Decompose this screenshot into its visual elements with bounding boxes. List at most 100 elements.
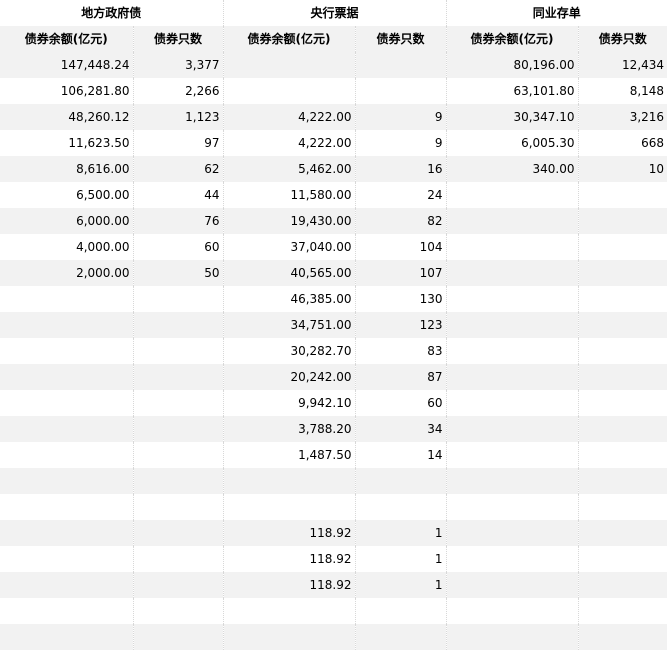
local-gov-balance-cell: 2,000.00: [0, 260, 133, 286]
central-bill-count-cell: 9: [354, 104, 447, 130]
central-bill-balance-cell: 11,580.00: [222, 182, 356, 208]
group-header-interbank-cds: 同业存单: [445, 0, 667, 26]
column-header-count: 债券只数: [577, 26, 667, 52]
interbank-cd-count-cell: [577, 494, 667, 520]
central-bill-count-cell: 1: [354, 572, 447, 598]
local-gov-balance-cell: 6,500.00: [0, 182, 133, 208]
interbank-cd-balance-cell: [445, 520, 579, 546]
local-gov-count-cell: 60: [132, 234, 224, 260]
table-row: 30,282.70 83: [0, 338, 667, 364]
central-bill-count-cell: 9: [354, 130, 447, 156]
column-header-balance: 债券余额(亿元): [222, 26, 356, 52]
column-header-count: 债券只数: [132, 26, 224, 52]
central-bill-count-cell: 1: [354, 520, 447, 546]
central-bill-count-cell: 83: [354, 338, 447, 364]
interbank-cd-balance-cell: [445, 312, 579, 338]
interbank-cd-balance-cell: [445, 572, 579, 598]
local-gov-balance-cell: 106,281.80: [0, 78, 133, 104]
central-bill-balance-cell: 20,242.00: [222, 364, 356, 390]
column-header-balance: 债券余额(亿元): [445, 26, 579, 52]
local-gov-count-cell: [132, 572, 224, 598]
table-row: 106,281.80 2,266 63,101.80 8,148: [0, 78, 667, 104]
central-bill-balance-cell: 19,430.00: [222, 208, 356, 234]
local-gov-count-cell: [132, 442, 224, 468]
local-gov-count-cell: [132, 312, 224, 338]
interbank-cd-count-cell: [577, 598, 667, 624]
table-row: 118.92 1: [0, 572, 667, 598]
table-row: 118.92 1: [0, 520, 667, 546]
interbank-cd-count-cell: [577, 468, 667, 494]
local-gov-balance-cell: [0, 624, 133, 650]
interbank-cd-count-cell: [577, 208, 667, 234]
central-bill-count-cell: 60: [354, 390, 447, 416]
local-gov-count-cell: [132, 494, 224, 520]
interbank-cd-count-cell: [577, 520, 667, 546]
interbank-cd-count-cell: [577, 234, 667, 260]
central-bill-count-cell: 34: [354, 416, 447, 442]
interbank-cd-balance-cell: 30,347.10: [445, 104, 579, 130]
interbank-cd-balance-cell: [445, 390, 579, 416]
local-gov-count-cell: [132, 390, 224, 416]
local-gov-count-cell: [132, 338, 224, 364]
table-row: 6,000.00 76 19,430.00 82: [0, 208, 667, 234]
local-gov-count-cell: 2,266: [132, 78, 224, 104]
local-gov-count-cell: [132, 546, 224, 572]
interbank-cd-count-cell: [577, 442, 667, 468]
interbank-cd-count-cell: [577, 312, 667, 338]
local-gov-balance-cell: [0, 468, 133, 494]
table-row: 1,487.50 14: [0, 442, 667, 468]
interbank-cd-balance-cell: 80,196.00: [445, 52, 579, 78]
interbank-cd-balance-cell: [445, 286, 579, 312]
table-row: [0, 624, 667, 650]
table-row: 20,242.00 87: [0, 364, 667, 390]
central-bill-count-cell: [354, 52, 447, 78]
central-bill-count-cell: [354, 598, 447, 624]
local-gov-balance-cell: 8,616.00: [0, 156, 133, 182]
central-bill-count-cell: 87: [354, 364, 447, 390]
interbank-cd-balance-cell: [445, 364, 579, 390]
interbank-cd-balance-cell: [445, 416, 579, 442]
table-row: [0, 468, 667, 494]
central-bill-balance-cell: 40,565.00: [222, 260, 356, 286]
interbank-cd-count-cell: 3,216: [577, 104, 667, 130]
interbank-cd-balance-cell: 340.00: [445, 156, 579, 182]
central-bill-count-cell: 14: [354, 442, 447, 468]
central-bill-balance-cell: 30,282.70: [222, 338, 356, 364]
local-gov-balance-cell: [0, 312, 133, 338]
central-bill-balance-cell: 1,487.50: [222, 442, 356, 468]
local-gov-balance-cell: [0, 364, 133, 390]
local-gov-count-cell: [132, 364, 224, 390]
local-gov-count-cell: [132, 416, 224, 442]
column-header-row: 债券余额(亿元) 债券只数 债券余额(亿元) 债券只数 债券余额(亿元) 债券只…: [0, 26, 667, 52]
central-bill-balance-cell: 118.92: [222, 546, 356, 572]
central-bill-count-cell: 1: [354, 546, 447, 572]
local-gov-balance-cell: 4,000.00: [0, 234, 133, 260]
interbank-cd-balance-cell: [445, 624, 579, 650]
table-row: 46,385.00 130: [0, 286, 667, 312]
central-bill-balance-cell: 37,040.00: [222, 234, 356, 260]
interbank-cd-balance-cell: [445, 442, 579, 468]
table-body: 147,448.24 3,377 80,196.00 12,434 106,281.80…: [0, 52, 667, 650]
local-gov-count-cell: [132, 624, 224, 650]
table-row: 6,500.00 44 11,580.00 24: [0, 182, 667, 208]
interbank-cd-count-cell: [577, 182, 667, 208]
interbank-cd-balance-cell: [445, 468, 579, 494]
interbank-cd-balance-cell: 6,005.30: [445, 130, 579, 156]
central-bill-count-cell: 24: [354, 182, 447, 208]
central-bill-balance-cell: 9,942.10: [222, 390, 356, 416]
group-header-row: 地方政府债 央行票据 同业存单: [0, 0, 667, 26]
group-header-central-bank-bills: 央行票据: [222, 0, 447, 26]
local-gov-balance-cell: [0, 338, 133, 364]
local-gov-balance-cell: 11,623.50: [0, 130, 133, 156]
interbank-cd-count-cell: [577, 572, 667, 598]
local-gov-count-cell: 44: [132, 182, 224, 208]
table-row: [0, 494, 667, 520]
central-bill-count-cell: 16: [354, 156, 447, 182]
interbank-cd-balance-cell: [445, 494, 579, 520]
interbank-cd-balance-cell: [445, 338, 579, 364]
central-bill-balance-cell: 4,222.00: [222, 130, 356, 156]
local-gov-balance-cell: 6,000.00: [0, 208, 133, 234]
central-bill-count-cell: 104: [354, 234, 447, 260]
interbank-cd-count-cell: [577, 546, 667, 572]
column-header-balance: 债券余额(亿元): [0, 26, 133, 52]
